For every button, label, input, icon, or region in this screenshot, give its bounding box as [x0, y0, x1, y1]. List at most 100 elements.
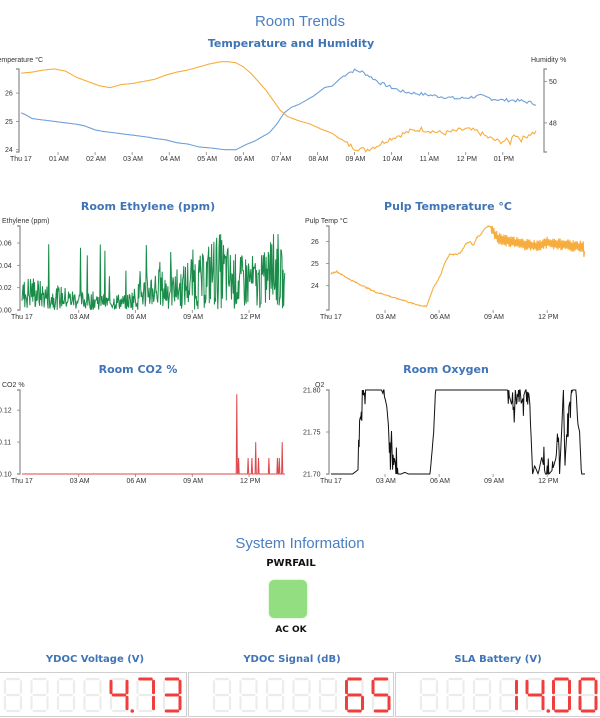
system-information-heading: System Information: [235, 535, 365, 552]
decimal-point: [546, 709, 551, 713]
x-tick-label: 09 AM: [484, 314, 504, 321]
ydoc-signal-display: [188, 672, 394, 717]
x-tick-label: 06 AM: [127, 314, 147, 321]
left-axis-line: [16, 68, 20, 153]
x-tick-label: 12 PM: [240, 478, 260, 485]
pulp-temp-line: [330, 224, 586, 308]
pwrfail-status-indicator: [269, 580, 307, 618]
temp-humidity-chart-title: Temperature and Humidity: [207, 37, 375, 50]
x-tick-label: 06 AM: [430, 478, 450, 485]
ydoc-signal-title: YDOC Signal (dB): [243, 654, 341, 665]
x-tick-label: 01 PM: [494, 156, 514, 163]
digit: [419, 677, 439, 713]
left-axis-line: [17, 225, 21, 311]
co2-line: [22, 394, 285, 475]
right-axis-label: Humidity %: [531, 57, 566, 64]
digit: [371, 677, 391, 713]
left-axis-line: [17, 389, 21, 475]
y-axis-label: Pulp Temp °C: [305, 217, 348, 225]
y-tick-label: 21.70: [303, 472, 321, 479]
digit: [525, 677, 545, 713]
x-tick-label: 04 AM: [160, 156, 180, 163]
pwrfail-label: PWRFAIL: [266, 558, 316, 569]
digit: [446, 677, 465, 713]
y-tick-label: 24: [311, 283, 319, 290]
y-tick-label: 26: [311, 239, 319, 246]
digit: [578, 677, 598, 713]
x-tick-label: 09 AM: [484, 478, 504, 485]
room-trends-heading: Room Trends: [254, 13, 346, 30]
sla-battery-title: SLA Battery (V): [454, 654, 542, 665]
x-tick-label: 07 AM: [271, 156, 291, 163]
ethylene-chart-title: Room Ethylene (ppm): [80, 200, 216, 213]
y-tick-label: 0.10: [0, 472, 12, 479]
digit: [239, 677, 258, 713]
y-tick-label: 21.75: [303, 430, 321, 437]
y-tick-label: 0.06: [0, 241, 12, 248]
decimal-point: [130, 709, 135, 713]
y-tick-label: 24: [5, 147, 13, 154]
y-tick-label: 0.12: [0, 408, 12, 415]
y-tick-label: 25: [5, 119, 13, 126]
ydoc-voltage-digits: [3, 677, 182, 713]
y-tick-label: 48: [549, 120, 557, 127]
x-tick-label: 12 PM: [457, 156, 477, 163]
digit: [552, 677, 571, 713]
x-tick-label: Thu 17: [11, 478, 33, 485]
x-tick-label: 06 AM: [127, 478, 147, 485]
y-tick-label: 26: [5, 91, 13, 98]
y-axis-label: CO2 %: [2, 382, 25, 389]
y-tick-label: 0.04: [0, 263, 12, 270]
x-tick-label: 03 AM: [123, 156, 143, 163]
x-tick-label: 09 AM: [183, 314, 203, 321]
co2-chart-title: Room CO2 %: [98, 363, 178, 376]
x-tick-label: 10 AM: [383, 156, 403, 163]
digit: [162, 677, 182, 713]
digit: [136, 677, 155, 713]
co2-chart: CO2 % 0.10 0.11 0.12 Thu 17 03 AM 06 AM 09 AM 12…: [0, 382, 285, 485]
x-tick-label: 09 AM: [346, 156, 366, 163]
x-tick-label: 12 PM: [240, 314, 260, 321]
x-tick-label: 08 AM: [308, 156, 328, 163]
y-tick-label: 25: [311, 261, 319, 268]
x-tick-label: 06 AM: [430, 314, 450, 321]
x-tick-label: 06 AM: [234, 156, 254, 163]
digit: [472, 677, 492, 713]
x-tick-label: 05 AM: [197, 156, 217, 163]
left-axis-label: Temperature °C: [0, 56, 43, 64]
digit: [345, 677, 364, 713]
digit: [292, 677, 311, 713]
left-axis-line: [326, 225, 330, 311]
digit: [318, 677, 338, 713]
temperature-line: [20, 68, 537, 151]
x-tick-label: Thu 17: [320, 478, 342, 485]
ydoc-voltage-title: YDOC Voltage (V): [45, 654, 145, 665]
pulp-temp-chart: Pulp Temp °C 24 25 26 Thu 17 03 AM 06 AM 09 AM 1…: [305, 217, 586, 321]
digit: [3, 677, 23, 713]
sla-battery-digits: [419, 677, 598, 713]
digit: [109, 677, 129, 713]
y-tick-label: 0.11: [0, 440, 11, 447]
pulp-temp-chart-title: Pulp Temperature °C: [384, 200, 512, 213]
oxygen-chart: O221.7021.7521.80Thu 17 03 AM 06 AM 09 AM 12…: [303, 382, 585, 485]
y-tick-label: 21.80: [303, 388, 321, 395]
x-tick-label: 11 AM: [420, 156, 439, 163]
x-tick-label: 03 AM: [70, 478, 90, 485]
x-tick-label: Thu 17: [11, 314, 33, 321]
digit: [56, 677, 76, 713]
y-tick-label: 0.00: [0, 308, 12, 315]
oxygen-line: [331, 389, 585, 476]
ethylene-chart: Ethylene (ppm) 0.00 0.02 0.04 0.06 Thu 17 03 A…: [0, 218, 286, 321]
x-tick-label: 12 PM: [538, 478, 558, 485]
digit: [499, 677, 518, 713]
x-tick-label: 12 PM: [538, 314, 558, 321]
y-tick-label: 0.02: [0, 285, 12, 292]
digit: [212, 677, 232, 713]
y-tick-label: 50: [549, 79, 557, 86]
ethylene-line: [21, 234, 286, 310]
x-tick-label: 03 AM: [376, 478, 396, 485]
pwrfail-status-text: AC OK: [275, 625, 307, 635]
oxygen-chart-title: Room Oxygen: [403, 363, 489, 376]
x-tick-label: 01 AM: [49, 156, 69, 163]
humidity-line: [20, 61, 537, 153]
